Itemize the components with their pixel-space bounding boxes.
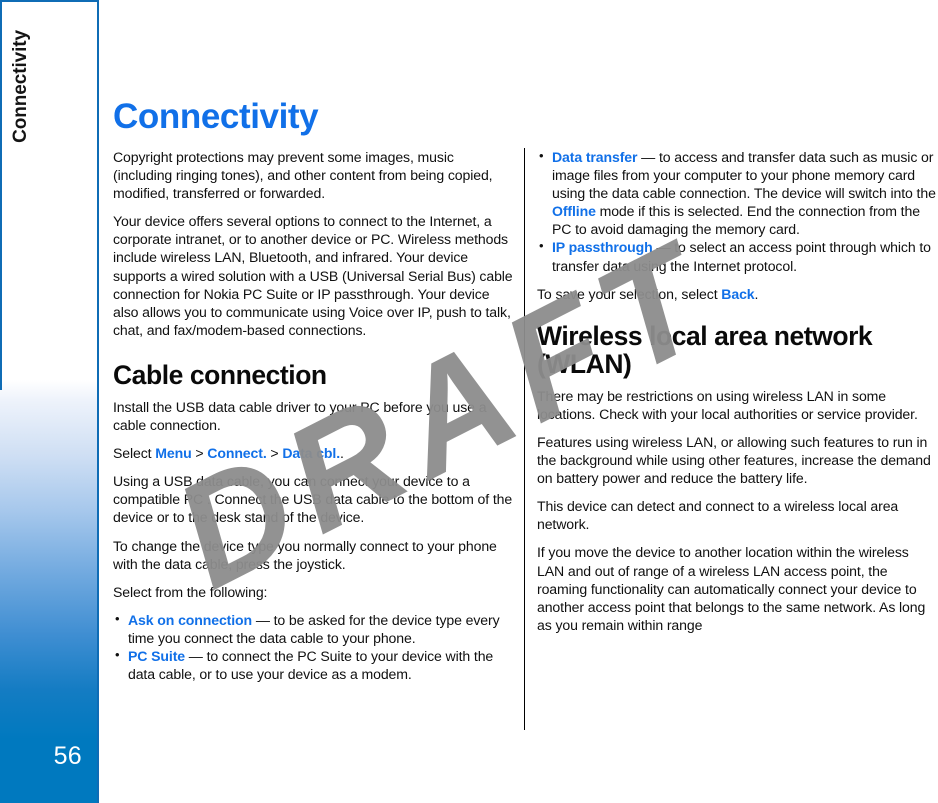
menu-link-data-cbl[interactable]: Data cbl. <box>282 445 340 461</box>
chapter-tab-label: Connectivity <box>10 30 31 143</box>
paragraph-wlan-detect: This device can detect and connect to a … <box>537 498 899 533</box>
heading-cable-connection: Cable connection <box>113 359 327 390</box>
menu-link-connect[interactable]: Connect. <box>207 445 266 461</box>
heading-wireless-local-area-network: Wireless local area network (WLAN) <box>537 320 873 379</box>
left-text-column: Copyright protections may prevent some i… <box>113 148 513 693</box>
menu-path-suffix: . <box>340 445 344 462</box>
list-item: PC Suite — to connect the PC Suite to yo… <box>113 646 513 683</box>
bullet-term-pc-suite[interactable]: PC Suite <box>128 648 185 664</box>
menu-path-separator-2: > <box>266 445 283 462</box>
paragraph-usb-cable-usage: Using a USB data cable, you can connect … <box>113 473 513 526</box>
chapter-sidebar: Connectivity 56 <box>0 0 99 803</box>
manual-page: Connectivity 56 Connectivity Copyright p… <box>0 0 938 803</box>
menu-link-menu[interactable]: Menu <box>155 445 191 461</box>
paragraph-save-selection: To save your selection, select Back. <box>537 285 938 303</box>
bullet-term-ip-passthrough[interactable]: IP passthrough <box>552 239 653 255</box>
paragraph-connection-options: Your device offers several options to co… <box>113 213 513 338</box>
save-selection-prefix: To save your selection, select <box>537 285 722 302</box>
paragraph-copyright: Copyright protections may prevent some i… <box>113 149 493 202</box>
left-bullet-list: Ask on connection — to be asked for the … <box>113 610 513 683</box>
link-back[interactable]: Back <box>721 286 754 302</box>
right-text-column: Data transfer — to access and transfer d… <box>537 147 938 634</box>
menu-path-separator-1: > <box>191 445 208 462</box>
paragraph-wlan-battery: Features using wireless LAN, or allowing… <box>537 433 931 487</box>
page-title: Connectivity <box>113 97 319 137</box>
inline-link-offline[interactable]: Offline <box>552 203 596 219</box>
bullet-term-ask-on-connection[interactable]: Ask on connection <box>128 612 252 628</box>
page-number: 56 <box>53 742 82 770</box>
save-selection-suffix: . <box>754 285 759 302</box>
paragraph-wlan-roaming: If you move the device to another locati… <box>537 544 926 633</box>
bullet-text-data-transfer-after: mode if this is selected. End the connec… <box>552 203 920 238</box>
column-divider <box>524 148 525 730</box>
paragraph-select-following: Select from the following: <box>113 583 268 600</box>
paragraph-wlan-restrictions: There may be restrictions on using wirel… <box>537 387 918 422</box>
list-item: Ask on connection — to be asked for the … <box>113 610 513 647</box>
paragraph-menu-path: Select Menu > Connect. > Data cbl.. <box>113 444 513 462</box>
right-bullet-list: Data transfer — to access and transfer d… <box>537 147 938 275</box>
paragraph-install-driver: Install the USB data cable driver to you… <box>113 398 487 434</box>
list-item: IP passthrough — to select an access poi… <box>537 237 938 274</box>
menu-path-prefix: Select <box>113 445 156 462</box>
bullet-term-data-transfer[interactable]: Data transfer <box>552 149 638 165</box>
paragraph-change-device-type: To change the device type you normally c… <box>113 537 497 572</box>
list-item: Data transfer — to access and transfer d… <box>537 147 938 238</box>
